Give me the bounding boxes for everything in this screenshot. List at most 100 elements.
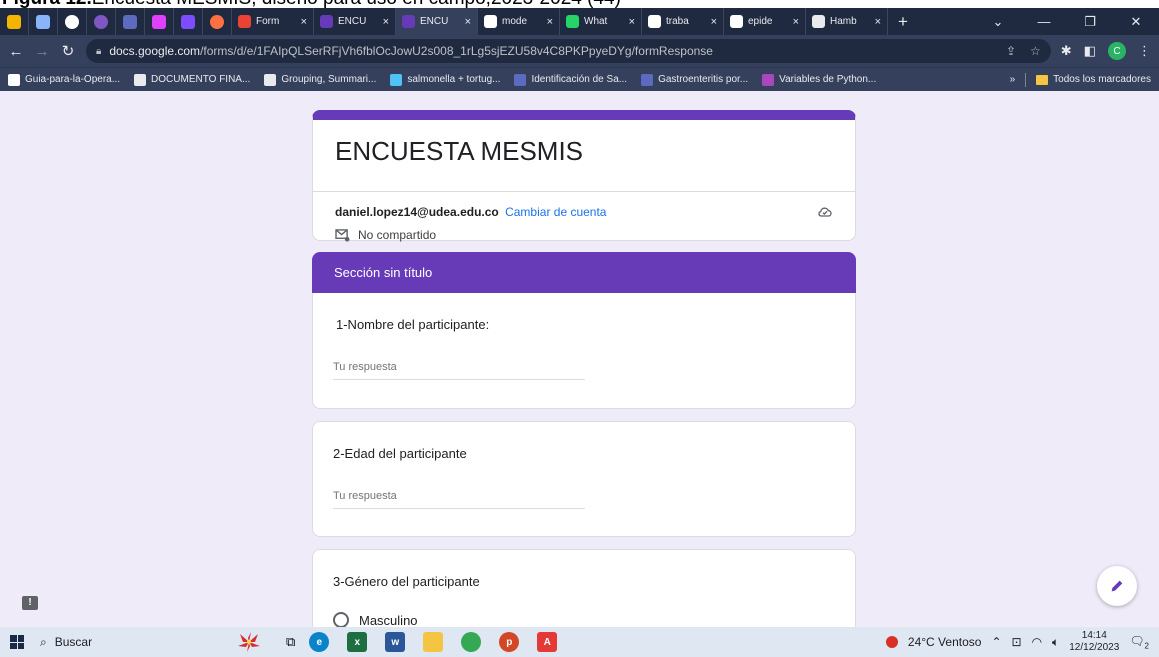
- reload-icon[interactable]: ↻: [60, 42, 76, 60]
- clock[interactable]: 14:14 12/12/2023: [1069, 630, 1119, 654]
- age-answer-input[interactable]: Tu respuesta: [333, 490, 585, 509]
- close-icon[interactable]: ✕: [1113, 14, 1159, 30]
- task-view-icon[interactable]: ⧉: [286, 634, 295, 650]
- chrome-icon[interactable]: [461, 632, 482, 652]
- acrobat-icon[interactable]: A: [537, 632, 558, 652]
- network-icon[interactable]: ⊡: [1012, 635, 1022, 649]
- pinned-tab[interactable]: [87, 8, 116, 35]
- taskbar-search[interactable]: ⌕ Buscar: [34, 631, 224, 653]
- pinned-tab[interactable]: [203, 8, 232, 35]
- browser-tab[interactable]: traba ×: [642, 8, 724, 35]
- edge-icon[interactable]: e: [309, 632, 330, 652]
- report-feedback-icon[interactable]: !: [22, 596, 38, 610]
- google-icon: [730, 15, 743, 28]
- switch-account-link[interactable]: Cambiar de cuenta: [505, 205, 606, 219]
- google-icon: [484, 15, 497, 28]
- bookmark-item[interactable]: Variables de Python...: [762, 73, 876, 86]
- notifications-icon[interactable]: 🗨︎2: [1129, 634, 1149, 650]
- tab-title: traba: [666, 16, 689, 27]
- tab-close-icon[interactable]: ×: [793, 16, 799, 28]
- bookmark-star-icon[interactable]: ☆: [1030, 44, 1041, 58]
- tab-close-icon[interactable]: ×: [383, 16, 389, 28]
- tab-close-icon[interactable]: ×: [465, 16, 471, 28]
- pinned-tab[interactable]: [174, 8, 203, 35]
- google-icon: [65, 14, 79, 29]
- pinned-tab[interactable]: [58, 8, 87, 35]
- not-shared-info: No compartido: [335, 228, 436, 242]
- bookmark-favicon-icon: [264, 73, 277, 86]
- forward-icon[interactable]: →: [34, 43, 50, 60]
- tab-close-icon[interactable]: ×: [547, 16, 553, 28]
- excel-icon[interactable]: x: [347, 632, 368, 652]
- chevron-up-icon[interactable]: ⌃: [991, 635, 1001, 649]
- bookmark-item[interactable]: Grouping, Summari...: [264, 73, 376, 86]
- edit-fab-button[interactable]: [1097, 566, 1137, 606]
- bookmark-favicon-icon: [641, 73, 654, 86]
- file-explorer-icon[interactable]: [423, 632, 444, 652]
- clock-date: 12/12/2023: [1069, 642, 1120, 653]
- share-icon[interactable]: ⇪: [1006, 44, 1016, 58]
- gender-option-masculino[interactable]: Masculino: [333, 612, 418, 627]
- bookmark-label: Gastroenteritis por...: [658, 74, 749, 85]
- bookmark-item[interactable]: Guia-para-la-Opera...: [8, 73, 121, 86]
- all-bookmarks-folder[interactable]: Todos los marcadores: [1036, 74, 1151, 85]
- browser-tab[interactable]: ENCU ×: [396, 8, 478, 35]
- question-label: 3-Género del participante: [333, 574, 480, 589]
- question-card: 1-Nombre del participante: Tu respuesta: [312, 293, 856, 409]
- restore-icon[interactable]: ❐: [1067, 14, 1113, 30]
- app-icon: [210, 14, 224, 29]
- browser-tab[interactable]: What ×: [560, 8, 642, 35]
- wifi-icon[interactable]: ◠: [1032, 635, 1042, 649]
- powerpoint-icon[interactable]: p: [499, 632, 520, 652]
- app-icon: [94, 14, 108, 29]
- form-page: ENCUESTA MESMIS daniel.lopez14@udea.edu.…: [0, 91, 1159, 627]
- bookmark-item[interactable]: DOCUMENTO FINA...: [134, 73, 250, 86]
- url-path: /forms/d/e/1FAIpQLSerRFjVh6fblOcJowU2s00…: [200, 44, 713, 58]
- browser-tab-strip: Form × ENCU × ENCU × mode × What × traba × epide × Ham…: [0, 8, 1159, 35]
- bookmark-item[interactable]: salmonella + tortug...: [390, 73, 501, 86]
- email-not-shared-icon: [335, 228, 350, 242]
- windows-start-icon[interactable]: [10, 635, 24, 649]
- browser-tab[interactable]: Form ×: [232, 8, 314, 35]
- side-panel-icon[interactable]: ◧: [1084, 43, 1096, 59]
- extensions-icon[interactable]: ✱: [1061, 43, 1072, 59]
- volume-icon[interactable]: 🔈︎: [1052, 635, 1059, 650]
- all-bookmarks-label: Todos los marcadores: [1053, 74, 1151, 85]
- bookmark-item[interactable]: Gastroenteritis por...: [641, 73, 749, 86]
- radio-button[interactable]: [333, 612, 349, 627]
- browser-tab[interactable]: mode ×: [478, 8, 560, 35]
- bookmark-label: salmonella + tortug...: [407, 74, 501, 85]
- word-icon[interactable]: w: [385, 632, 406, 652]
- bookmark-label: Guia-para-la-Opera...: [25, 74, 121, 85]
- tab-close-icon[interactable]: ×: [629, 16, 635, 28]
- pinned-tab[interactable]: [0, 8, 29, 35]
- menu-icon[interactable]: ⋮: [1138, 43, 1151, 59]
- more-bookmarks-button[interactable]: »: [1010, 74, 1016, 85]
- name-answer-input[interactable]: Tu respuesta: [333, 361, 585, 380]
- browser-tab[interactable]: Hamb ×: [806, 8, 888, 35]
- bookmark-favicon-icon: [514, 73, 527, 86]
- bookmark-favicon-icon: [390, 73, 403, 86]
- browser-tab[interactable]: epide ×: [724, 8, 806, 35]
- pinned-tab[interactable]: [116, 8, 145, 35]
- whatsapp-icon: [566, 15, 579, 28]
- google-icon: [648, 15, 661, 28]
- weather-text[interactable]: 24°C Ventoso: [908, 635, 982, 649]
- profile-avatar[interactable]: C: [1108, 42, 1126, 60]
- toolbar-right: ✱ ◧ C ⋮: [1061, 42, 1151, 60]
- url-field[interactable]: 🔒︎ docs.google.com/forms/d/e/1FAIpQLSerR…: [86, 39, 1051, 63]
- pinned-tab[interactable]: [145, 8, 174, 35]
- form-header-card: ENCUESTA MESMIS daniel.lopez14@udea.edu.…: [312, 110, 856, 242]
- tab-close-icon[interactable]: ×: [301, 16, 307, 28]
- pinned-tab[interactable]: [29, 8, 58, 35]
- back-icon[interactable]: ←: [8, 43, 24, 60]
- tab-close-icon[interactable]: ×: [875, 16, 881, 28]
- tab-close-icon[interactable]: ×: [711, 16, 717, 28]
- new-tab-button[interactable]: +: [888, 12, 918, 32]
- poinsettia-icon: [238, 632, 260, 652]
- browser-tab[interactable]: ENCU ×: [314, 8, 396, 35]
- tab-search-icon[interactable]: ⌄: [975, 14, 1021, 30]
- bookmark-item[interactable]: Identificación de Sa...: [514, 73, 627, 86]
- minimize-icon[interactable]: —: [1021, 14, 1067, 30]
- tab-title: mode: [502, 16, 528, 27]
